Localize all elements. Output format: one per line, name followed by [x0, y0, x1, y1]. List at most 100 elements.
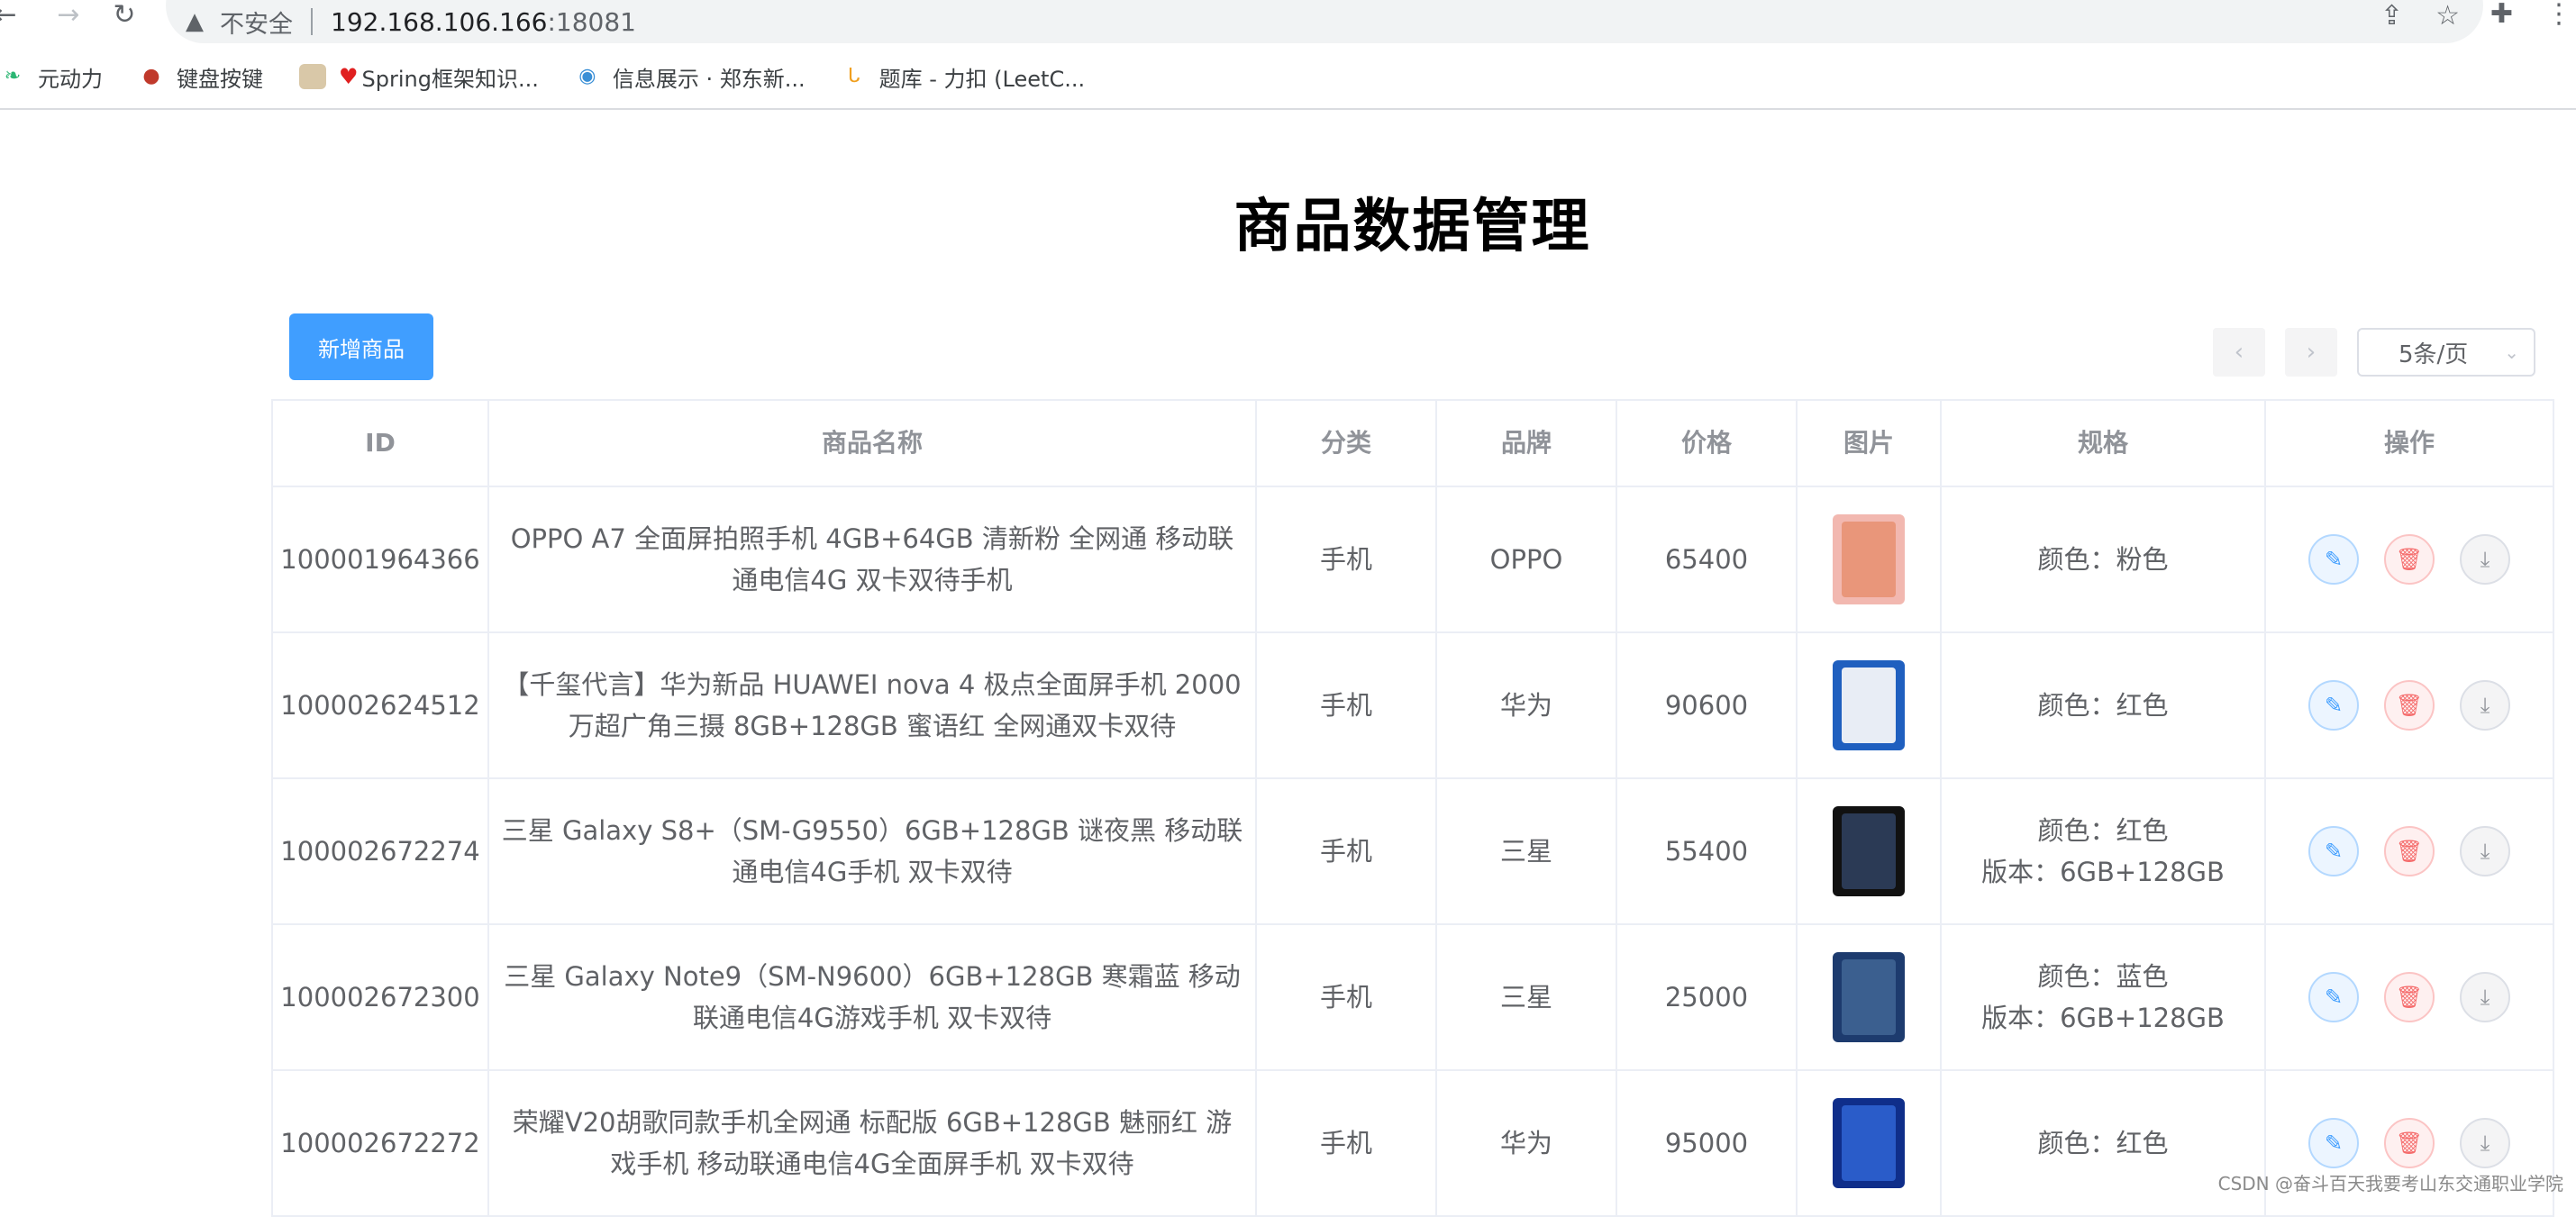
download-icon: ⤓: [2480, 547, 2490, 572]
edit-icon: ✎: [2324, 547, 2344, 572]
cell-spec: 颜色：红色: [1942, 633, 2266, 779]
trash-icon: 🗑: [2395, 985, 2424, 1010]
bookmark-item[interactable]: ᒐ 题库 - 力扣 (LeetC...: [842, 61, 1085, 93]
cell-name: 三星 Galaxy Note9（SM-N9600）6GB+128GB 寒霜蓝 移…: [489, 925, 1257, 1071]
cell-id: 100001964366: [273, 487, 489, 633]
download-button[interactable]: ⤓: [2460, 972, 2510, 1022]
menu-icon[interactable]: ⋮: [2545, 0, 2572, 30]
bookmark-label: Spring框架知识...: [361, 66, 539, 92]
leetcode-icon: ᒐ: [847, 65, 860, 87]
cell-image: [1798, 925, 1942, 1071]
product-thumbnail[interactable]: [1833, 952, 1905, 1042]
address-separator: [311, 8, 313, 35]
prev-page-button[interactable]: ‹: [2213, 328, 2265, 377]
bookmark-item[interactable]: ● 键盘按键: [139, 61, 263, 93]
header-spec[interactable]: 规格: [1942, 401, 2266, 487]
share-icon[interactable]: ⇪: [2380, 0, 2403, 32]
cell-name: 三星 Galaxy S8+（SM-G9550）6GB+128GB 谜夜黑 移动联…: [489, 779, 1257, 925]
table-row: 100001964366 OPPO A7 全面屏拍照手机 4GB+64GB 清新…: [273, 487, 2554, 633]
edit-button[interactable]: ✎: [2308, 680, 2359, 731]
cell-price: 65400: [1617, 487, 1798, 633]
next-page-button[interactable]: ›: [2285, 328, 2337, 377]
cell-spec: 颜色：粉色: [1942, 487, 2266, 633]
product-thumbnail[interactable]: [1833, 514, 1905, 604]
bookmark-star-icon[interactable]: ☆: [2435, 0, 2460, 32]
trash-icon: 🗑: [2395, 839, 2424, 864]
edit-button[interactable]: ✎: [2308, 534, 2359, 585]
bookmark-item[interactable]: ♥ Spring框架知识...: [299, 61, 539, 93]
cell-category: 手机: [1257, 1071, 1437, 1217]
cell-spec: 颜色：蓝色 版本：6GB+128GB: [1942, 925, 2266, 1071]
cell-id: 100002672274: [273, 779, 489, 925]
cell-name: 荣耀V20胡歌同款手机全网通 标配版 6GB+128GB 魅丽红 游戏手机 移动…: [489, 1071, 1257, 1217]
cell-price: 90600: [1617, 633, 1798, 779]
header-category[interactable]: 分类: [1257, 401, 1437, 487]
warning-icon: ▲: [186, 8, 204, 35]
chrome-divider: [0, 108, 2576, 110]
download-button[interactable]: ⤓: [2460, 1118, 2510, 1168]
delete-button[interactable]: 🗑: [2384, 534, 2435, 585]
edit-button[interactable]: ✎: [2308, 826, 2359, 876]
edit-button[interactable]: ✎: [2308, 1118, 2359, 1168]
cell-brand: OPPO: [1437, 487, 1617, 633]
download-button[interactable]: ⤓: [2460, 826, 2510, 876]
cell-price: 25000: [1617, 925, 1798, 1071]
header-price[interactable]: 价格: [1617, 401, 1798, 487]
header-image[interactable]: 图片: [1798, 401, 1942, 487]
page-size-select[interactable]: 5条/页 ⌄: [2357, 328, 2535, 377]
download-button[interactable]: ⤓: [2460, 534, 2510, 585]
address-bar[interactable]: ▲ 不安全 192.168.106.166:18081 ⇪ ☆: [166, 0, 2483, 43]
bird-icon: ●: [142, 65, 160, 87]
forward-icon[interactable]: →: [50, 0, 86, 31]
header-name[interactable]: 商品名称: [489, 401, 1257, 487]
cell-image: [1798, 487, 1942, 633]
edit-button[interactable]: ✎: [2308, 972, 2359, 1022]
delete-button[interactable]: 🗑: [2384, 826, 2435, 876]
leaf-icon: ❧: [4, 65, 22, 87]
url-text[interactable]: 192.168.106.166:18081: [331, 7, 636, 37]
header-actions[interactable]: 操作: [2266, 401, 2554, 487]
cell-category: 手机: [1257, 779, 1437, 925]
bookmark-label: 题库 - 力扣 (LeetC...: [878, 66, 1086, 92]
cell-id: 100002672272: [273, 1071, 489, 1217]
add-product-button[interactable]: 新增商品: [289, 313, 433, 380]
cell-category: 手机: [1257, 925, 1437, 1071]
header-brand[interactable]: 品牌: [1437, 401, 1617, 487]
download-icon: ⤓: [2480, 693, 2490, 718]
extensions-icon[interactable]: ✚: [2490, 0, 2513, 30]
delete-button[interactable]: 🗑: [2384, 680, 2435, 731]
product-thumbnail[interactable]: [1833, 806, 1905, 896]
header-id[interactable]: ID: [273, 401, 489, 487]
spec-line: 版本：6GB+128GB: [1981, 857, 2225, 887]
cell-spec: 颜色：红色 版本：6GB+128GB: [1942, 779, 2266, 925]
download-icon: ⤓: [2480, 839, 2490, 864]
cell-brand: 华为: [1437, 633, 1617, 779]
heart-icon: ♥: [339, 64, 359, 89]
delete-button[interactable]: 🗑: [2384, 972, 2435, 1022]
table-row: 100002672274 三星 Galaxy S8+（SM-G9550）6GB+…: [273, 779, 2554, 925]
product-thumbnail[interactable]: [1833, 660, 1905, 750]
cell-brand: 三星: [1437, 779, 1617, 925]
download-button[interactable]: ⤓: [2460, 680, 2510, 731]
spec-line: 颜色：蓝色: [2037, 961, 2169, 992]
cell-name: 【千玺代言】华为新品 HUAWEI nova 4 极点全面屏手机 2000万超广…: [489, 633, 1257, 779]
table-header: ID 商品名称 分类 品牌 价格 图片 规格 操作: [273, 401, 2554, 487]
trash-icon: 🗑: [2395, 547, 2424, 572]
reload-icon[interactable]: ↻: [106, 0, 142, 31]
back-icon[interactable]: ←: [0, 0, 23, 31]
delete-button[interactable]: 🗑: [2384, 1118, 2435, 1168]
cell-image: [1798, 1071, 1942, 1217]
bookmark-item[interactable]: ❧ 元动力: [0, 61, 103, 93]
cell-brand: 华为: [1437, 1071, 1617, 1217]
spec-line: 颜色：粉色: [2037, 544, 2169, 575]
product-thumbnail[interactable]: [1833, 1098, 1905, 1188]
trash-icon: 🗑: [2395, 1131, 2424, 1156]
bookmark-label: 元动力: [38, 66, 103, 92]
edit-icon: ✎: [2324, 693, 2344, 718]
chevron-right-icon: ›: [2306, 339, 2317, 366]
page-title: 商品数据管理: [1233, 194, 1591, 260]
cell-actions: ✎ 🗑 ⤓: [2266, 487, 2554, 633]
bookmark-item[interactable]: ◉ 信息展示 · 郑东新...: [575, 61, 805, 93]
spec-line: 颜色：红色: [2037, 1128, 2169, 1158]
table-row: 100002624512 【千玺代言】华为新品 HUAWEI nova 4 极点…: [273, 633, 2554, 779]
